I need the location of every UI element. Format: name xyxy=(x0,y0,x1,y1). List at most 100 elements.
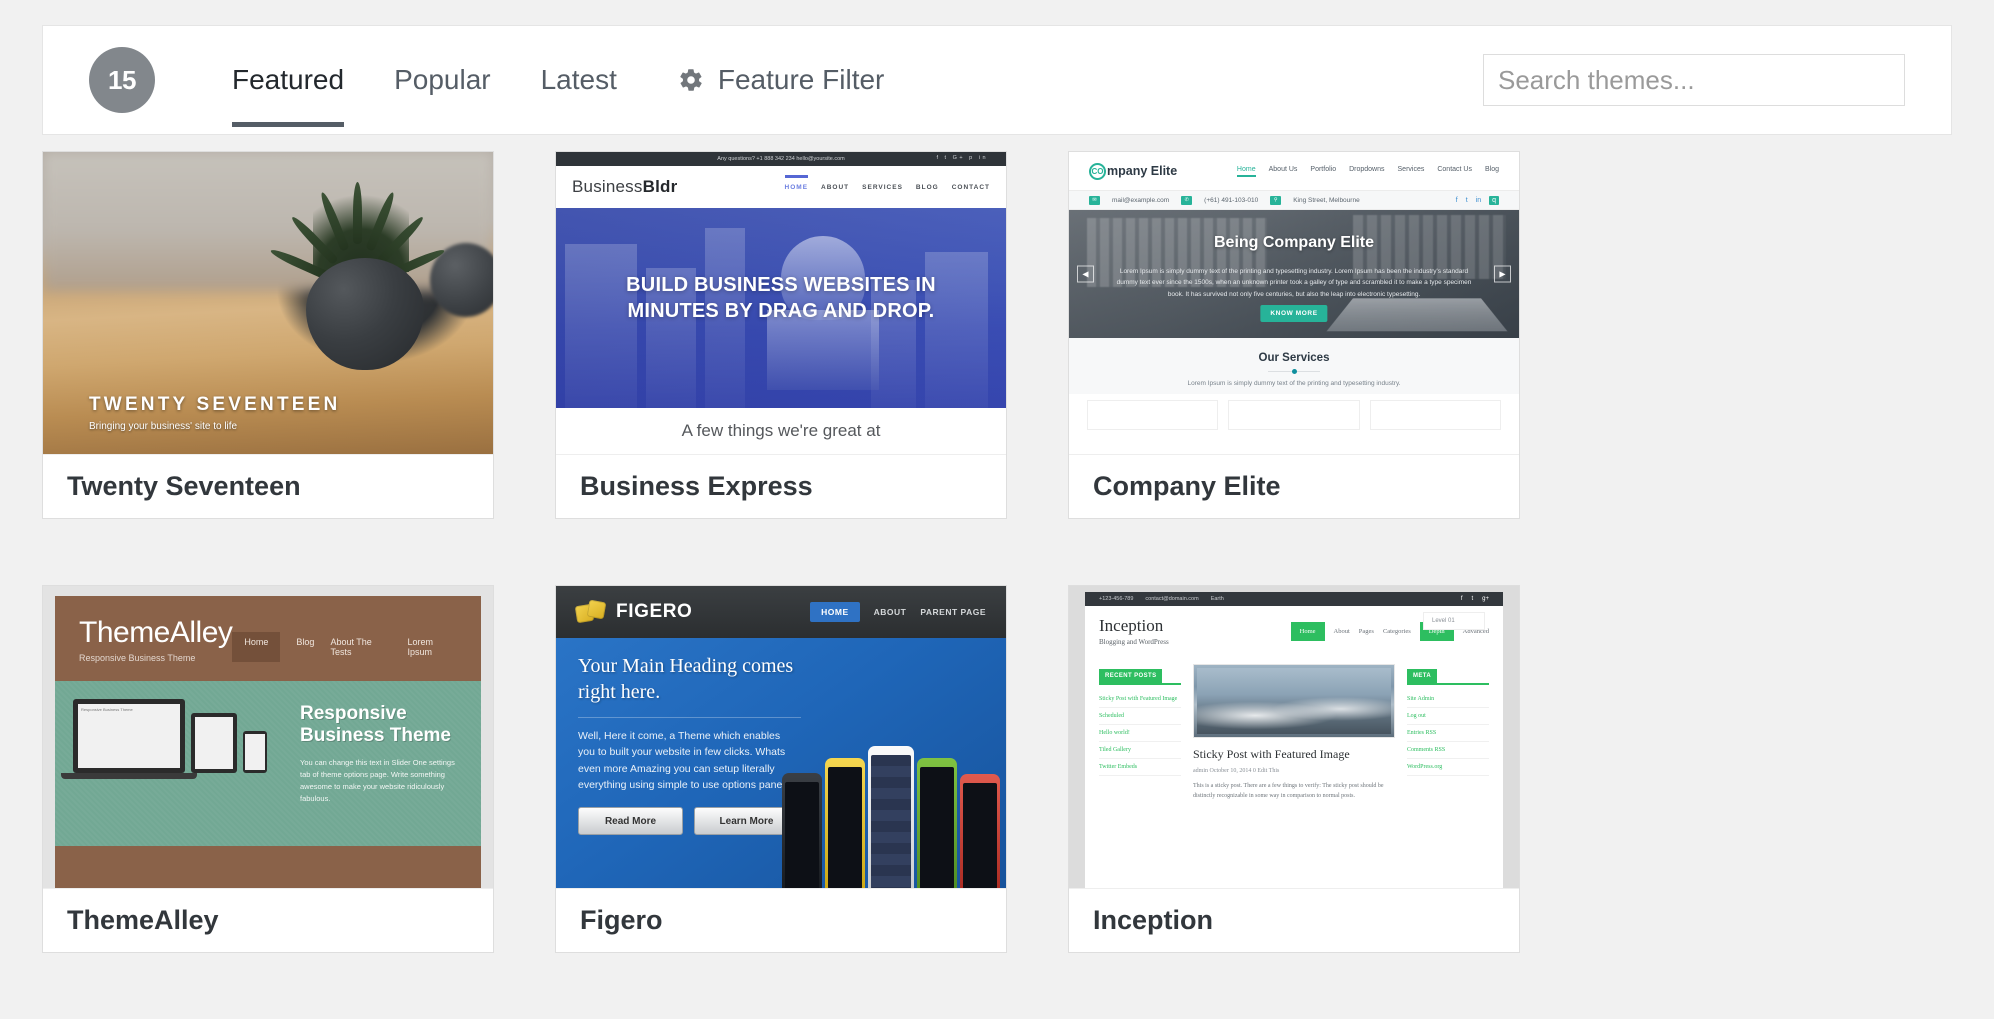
preview-header: CO mpany Elite Home About Us Portfolio Dr… xyxy=(1069,152,1519,190)
preview-slider: Responsive Business Theme Responsive Bus… xyxy=(55,681,481,846)
preview-logo-badge: CO xyxy=(1089,162,1106,180)
preview-nav-categories: Categories xyxy=(1382,627,1411,635)
divider xyxy=(578,717,802,719)
preview-logo-bold: Bldr xyxy=(642,177,678,196)
location-icon: ⚲ xyxy=(1270,195,1282,205)
preview-brand: FIGERO xyxy=(616,601,693,622)
list-item: Entries RSS xyxy=(1407,725,1489,742)
theme-screenshot-figero[interactable]: FIGERO HOME ABOUT PARENT PAGE Your Main … xyxy=(556,586,1006,888)
preview-topbar-contact: Any questions? +1 888 342 234 hello@your… xyxy=(717,156,845,162)
mail-icon: ✉ xyxy=(1089,195,1100,205)
theme-screenshot-themealley[interactable]: ThemeAlley Responsive Business Theme Hom… xyxy=(43,586,493,888)
theme-screenshot-inception[interactable]: +123-456-789 contact@domain.com Earth f … xyxy=(1069,586,1519,888)
tab-featured[interactable]: Featured xyxy=(207,25,369,135)
theme-card-themealley[interactable]: ThemeAlley Responsive Business Theme Hom… xyxy=(42,585,494,953)
preview-subheading: A few things we're great at xyxy=(556,408,1006,454)
preview-topbar: Any questions? +1 888 342 234 hello@your… xyxy=(556,152,1006,166)
preview-tagline: Responsive Business Theme xyxy=(79,653,196,663)
preview-nav-about-us: About Us xyxy=(1268,165,1298,173)
tab-popular[interactable]: Popular xyxy=(369,25,516,135)
preview-services-title: Our Services xyxy=(1258,352,1330,364)
theme-screenshot-twenty-seventeen[interactable]: TWENTY SEVENTEEN Bringing your business'… xyxy=(43,152,493,454)
theme-card-twenty-seventeen[interactable]: TWENTY SEVENTEEN Bringing your business'… xyxy=(42,151,494,519)
preview-slide-body: You can change this text in Slider One s… xyxy=(300,757,455,803)
theme-name-twenty-seventeen: Twenty Seventeen xyxy=(43,454,493,518)
theme-count-badge: 15 xyxy=(89,47,155,113)
preview-nav-portfolio: Portfolio xyxy=(1310,165,1337,173)
preview-brand: Inception Blogging and WordPress xyxy=(1099,616,1169,646)
preview-nav-home: HOME xyxy=(784,183,809,191)
preview-nav-home: HOME xyxy=(810,602,860,622)
preview-hero-button: KNOW MORE xyxy=(1260,305,1328,322)
preview-services-section: Our Services Lorem Ipsum is simply dummy… xyxy=(1069,338,1519,394)
theme-card-inception[interactable]: +123-456-789 contact@domain.com Earth f … xyxy=(1068,585,1520,953)
preview-logo: BusinessBldr xyxy=(572,177,677,197)
preview-dropdown-item: Level 01 xyxy=(1423,612,1485,630)
theme-name-themealley: ThemeAlley xyxy=(43,888,493,952)
preview-nav-parent-page: PARENT PAGE xyxy=(920,607,986,617)
filter-tabs: Featured Popular Latest xyxy=(207,25,642,135)
preview-nav-about: ABOUT xyxy=(873,607,907,617)
dice-icon xyxy=(574,599,607,624)
divider-dot xyxy=(1268,369,1320,374)
slider-next-arrow: ▶ xyxy=(1494,265,1511,283)
preview-nav-blog: Blog xyxy=(1484,165,1499,173)
theme-card-figero[interactable]: FIGERO HOME ABOUT PARENT PAGE Your Main … xyxy=(555,585,1007,953)
preview-sidebar-left: RECENT POSTS Sticky Post with Featured I… xyxy=(1099,664,1181,801)
preview-topbar-email: contact@domain.com xyxy=(1145,596,1199,602)
theme-card-company-elite[interactable]: CO mpany Elite Home About Us Portfolio Dr… xyxy=(1068,151,1520,519)
search-input[interactable] xyxy=(1483,54,1905,106)
preview-body: ThemeAlley Responsive Business Theme Hom… xyxy=(55,596,481,888)
preview-read-more-button: Read More xyxy=(578,807,683,836)
preview-nav: Home About Us Portfolio Dropdowns Servic… xyxy=(1236,165,1499,177)
preview-body: +123-456-789 contact@domain.com Earth f … xyxy=(1085,592,1503,888)
preview-info-bar: ✉ mail@example.com ✆ (+61) 491-103-010 ⚲… xyxy=(1069,190,1519,210)
theme-screenshot-business-express[interactable]: Any questions? +1 888 342 234 hello@your… xyxy=(556,152,1006,454)
search-icon: q xyxy=(1489,195,1499,205)
theme-grid-row: ThemeAlley Responsive Business Theme Hom… xyxy=(42,585,1952,953)
preview-post: Sticky Post with Featured Image admin Oc… xyxy=(1193,664,1395,801)
theme-grid-row: TWENTY SEVENTEEN Bringing your business'… xyxy=(42,151,1952,519)
theme-name-inception: Inception xyxy=(1069,888,1519,952)
preview-page: ThemeAlley Responsive Business Theme Hom… xyxy=(43,586,493,888)
tab-latest[interactable]: Latest xyxy=(516,25,642,135)
widget-underline xyxy=(1407,683,1489,685)
preview-nav-contact: CONTACT xyxy=(951,183,990,191)
theme-card-business-express[interactable]: Any questions? +1 888 342 234 hello@your… xyxy=(555,151,1007,519)
phone-icon: ✆ xyxy=(1181,195,1193,205)
preview-slide-text: Responsive Business Theme You can change… xyxy=(300,703,467,805)
preview-nav-services: Services xyxy=(1397,165,1425,173)
preview-nav-contact-us: Contact Us xyxy=(1437,165,1472,173)
preview-nav-home: Home xyxy=(1236,166,1256,177)
phone-mockup xyxy=(243,731,267,773)
preview-hero-title: Your Main Heading comes right here. xyxy=(578,654,984,705)
preview-logo-sub: Blogging and WordPress xyxy=(1099,638,1169,646)
facebook-icon: f xyxy=(1460,596,1463,602)
post-featured-image xyxy=(1193,664,1395,738)
widget-title-recent-posts: RECENT POSTS xyxy=(1099,669,1163,683)
laptop-graphic xyxy=(1326,298,1508,332)
twitter-icon: t xyxy=(1471,596,1474,602)
preview-header: FIGERO HOME ABOUT PARENT PAGE xyxy=(556,586,1006,638)
list-item: Site Admin xyxy=(1407,691,1489,708)
list-item: Tiled Gallery xyxy=(1099,742,1181,759)
preview-nav-dropdowns: Dropdowns xyxy=(1349,165,1385,173)
preview-logo: ThemeAlley xyxy=(79,616,233,649)
phone-green xyxy=(917,758,957,888)
preview-nav-home: Home xyxy=(1290,621,1325,641)
preview-nav-about: About xyxy=(1333,627,1350,635)
laptop-screen-label: Responsive Business Theme xyxy=(78,704,180,768)
preview-info-address: King Street, Melbourne xyxy=(1293,196,1360,204)
google-plus-icon: g+ xyxy=(1482,596,1489,602)
theme-screenshot-company-elite[interactable]: CO mpany Elite Home About Us Portfolio Dr… xyxy=(1069,152,1519,454)
feature-filter-button[interactable]: Feature Filter xyxy=(678,64,884,96)
preview-content: RECENT POSTS Sticky Post with Featured I… xyxy=(1085,654,1503,801)
service-card xyxy=(1369,400,1501,430)
post-title: Sticky Post with Featured Image xyxy=(1193,747,1350,761)
preview-overlay-title: TWENTY SEVENTEEN xyxy=(89,394,341,415)
preview-logo-text: mpany Elite xyxy=(1107,164,1178,178)
preview-nav-lorem-ipsum: Lorem Ipsum xyxy=(407,637,433,657)
preview-page: +123-456-789 contact@domain.com Earth f … xyxy=(1069,586,1519,888)
preview-services-body: Lorem Ipsum is simply dummy text of the … xyxy=(1187,380,1401,387)
preview-logo: CO mpany Elite xyxy=(1089,162,1178,180)
